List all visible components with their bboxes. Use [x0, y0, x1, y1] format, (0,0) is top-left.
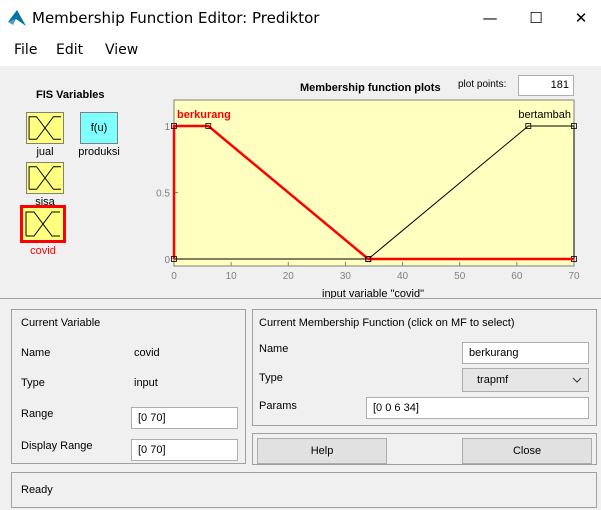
fis-variable-produksi[interactable]: f(u) — [80, 112, 118, 144]
range-input[interactable]: [0 70] — [131, 407, 238, 429]
x-tick-label: 20 — [283, 271, 295, 282]
status-bar — [11, 472, 597, 508]
mf-params-label: Params — [259, 400, 297, 412]
status-text: Ready — [21, 484, 53, 496]
display-range-input[interactable]: [0 70] — [131, 439, 238, 461]
display-range-label: Display Range — [21, 440, 93, 452]
help-button[interactable]: Help — [257, 438, 387, 464]
mf-type-label: Type — [259, 372, 283, 384]
title-bar: Membership Function Editor: Prediktor — … — [0, 0, 601, 36]
mf-icon — [28, 116, 61, 140]
fis-variables-title: FIS Variables — [36, 89, 105, 101]
x-tick-label: 60 — [511, 271, 523, 282]
mf-label-bertambah[interactable]: bertambah — [518, 109, 571, 121]
close-button[interactable]: Close — [462, 438, 592, 464]
y-tick-label: 0 — [164, 255, 170, 266]
y-tick-label: 0.5 — [156, 189, 170, 200]
mf-type-value: trapmf — [477, 374, 509, 386]
x-tick-label: 0 — [171, 271, 177, 282]
x-tick-label: 40 — [397, 271, 409, 282]
window-title: Membership Function Editor: Prediktor — [32, 9, 320, 27]
current-variable-title: Current Variable — [21, 317, 101, 329]
mf-params-input[interactable]: [0 0 6 34] — [366, 397, 589, 419]
x-tick-label: 70 — [568, 271, 580, 282]
close-window-button[interactable]: ✕ — [561, 6, 601, 30]
mf-label-berkurang[interactable]: berkurang — [177, 109, 231, 121]
matlab-icon — [8, 10, 26, 26]
name-label: Name — [21, 347, 51, 359]
mf-icon — [25, 211, 60, 237]
variable-name-value: covid — [134, 347, 160, 359]
menu-edit[interactable]: Edit — [56, 42, 83, 58]
plot-area — [173, 99, 575, 267]
fis-variable-covid[interactable] — [20, 205, 66, 243]
x-tick-label: 10 — [226, 271, 238, 282]
mf-icon — [28, 166, 61, 190]
mf-name-label: Name — [259, 343, 289, 355]
x-tick-label: 50 — [454, 271, 466, 282]
x-tick-label: 30 — [340, 271, 352, 282]
menu-bar: File Edit View — [0, 36, 601, 66]
menu-view[interactable]: View — [105, 42, 138, 58]
variable-type-value: input — [134, 377, 158, 389]
fis-variable-label: produksi — [78, 146, 120, 158]
current-mf-title: Current Membership Function (click on MF… — [259, 317, 515, 329]
type-label: Type — [21, 377, 45, 389]
fx-icon: f(u) — [90, 122, 108, 134]
mf-type-select[interactable]: trapmf — [462, 368, 589, 392]
fis-variable-sisa[interactable] — [26, 162, 64, 194]
fis-variable-label-selected: covid — [30, 245, 56, 257]
mf-plot[interactable]: 0 0.5 1 0 10 20 30 40 50 60 70 bertambah berkurang — [150, 92, 590, 288]
maximize-button[interactable]: ☐ — [516, 6, 556, 30]
plot-points-label: plot points: — [458, 79, 507, 90]
fis-variable-jual[interactable] — [26, 112, 64, 144]
fis-variable-label: jual — [36, 146, 54, 158]
y-tick-label: 1 — [164, 122, 170, 133]
chevron-down-icon — [568, 369, 586, 391]
range-label: Range — [21, 408, 54, 420]
menu-file[interactable]: File — [14, 42, 37, 58]
minimize-button[interactable]: — — [470, 6, 510, 30]
mf-name-input[interactable]: berkurang — [462, 342, 589, 364]
